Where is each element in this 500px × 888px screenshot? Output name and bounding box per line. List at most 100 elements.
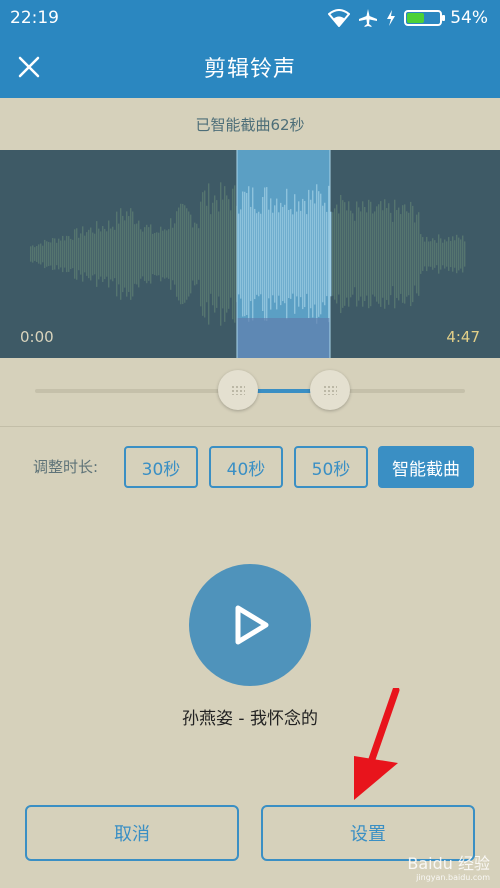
waveform-bar xyxy=(276,198,278,310)
charging-icon xyxy=(387,10,396,26)
range-end-handle[interactable] xyxy=(310,370,350,410)
waveform-bar xyxy=(104,228,106,280)
waveform-bar xyxy=(62,235,64,273)
waveform-bar xyxy=(386,208,388,300)
waveform-bar xyxy=(382,210,384,298)
waveform-bar xyxy=(254,208,256,300)
watermark-url: jingyan.baidu.com xyxy=(416,873,490,882)
waveform-bar xyxy=(444,239,446,269)
waveform-view[interactable]: 0:00 4:47 xyxy=(0,150,500,358)
waveform-bar xyxy=(52,238,54,270)
waveform-bar xyxy=(358,207,360,301)
waveform-bar xyxy=(90,227,92,281)
waveform-bar xyxy=(206,205,208,303)
waveform-bar xyxy=(214,195,216,313)
waveform-bar xyxy=(186,208,188,300)
title-bar: 剪辑铃声 xyxy=(0,36,500,98)
waveform-bar xyxy=(128,216,130,292)
waveform-bar xyxy=(430,241,432,267)
waveform-bar xyxy=(346,210,348,298)
duration-40s-button[interactable]: 40秒 xyxy=(209,446,283,488)
waveform-bar xyxy=(464,241,466,267)
waveform-bar xyxy=(398,207,400,301)
waveform-bar xyxy=(312,190,314,318)
waveform-bar xyxy=(72,239,74,269)
waveform-bar xyxy=(136,223,138,285)
song-title: 孙燕姿 - 我怀念的 xyxy=(182,709,318,729)
waveform-bar xyxy=(224,186,226,322)
cancel-button[interactable]: 取消 xyxy=(25,805,239,861)
status-time: 22:19 xyxy=(10,8,59,28)
play-button[interactable] xyxy=(189,564,311,686)
waveform-bar xyxy=(160,226,162,282)
waveform-bar xyxy=(416,214,418,294)
waveform-bar xyxy=(170,218,172,290)
waveform-bar xyxy=(454,240,456,268)
range-start-handle[interactable] xyxy=(218,370,258,410)
waveform-bar xyxy=(388,203,390,305)
waveform-bar xyxy=(190,214,192,294)
waveform-bar xyxy=(354,220,356,288)
waveform-bar xyxy=(132,211,134,297)
waveform-bar xyxy=(182,203,184,305)
selection-base xyxy=(237,318,330,358)
waveform-bar xyxy=(194,222,196,286)
waveform-bar xyxy=(86,232,88,276)
waveform-bar xyxy=(244,191,246,317)
waveform-bar xyxy=(450,240,452,268)
waveform-bar xyxy=(326,211,328,297)
waveform-bar xyxy=(448,237,450,271)
waveform-bar xyxy=(310,199,312,309)
waveform-bar xyxy=(124,220,126,288)
waveform-bar xyxy=(118,223,120,285)
start-time: 0:00 xyxy=(20,328,54,346)
waveform-bar xyxy=(184,205,186,303)
waveform-bar xyxy=(436,242,438,266)
waveform-bar xyxy=(284,204,286,304)
waveform-bar xyxy=(350,210,352,298)
waveform-bar xyxy=(264,187,266,321)
waveform-bar xyxy=(56,242,58,266)
waveform-bar xyxy=(140,229,142,279)
waveform-bar xyxy=(202,192,204,316)
waveform-bar xyxy=(400,214,402,294)
waveform-bar xyxy=(158,232,160,276)
waveform-bar xyxy=(410,201,412,307)
battery-percent: 54% xyxy=(450,8,488,28)
waveform-bar xyxy=(320,193,322,315)
waveform-bar xyxy=(96,221,98,287)
waveform-bar xyxy=(246,193,248,315)
duration-50s-button[interactable]: 50秒 xyxy=(294,446,368,488)
waveform-bar xyxy=(248,186,250,322)
waveform-bar xyxy=(174,223,176,285)
waveform-bar xyxy=(324,202,326,306)
waveform-bar xyxy=(456,234,458,274)
waveform-bar xyxy=(458,237,460,271)
duration-30s-button[interactable]: 30秒 xyxy=(124,446,198,488)
waveform-bar xyxy=(442,242,444,266)
play-icon xyxy=(235,605,269,645)
waveform-bar xyxy=(176,211,178,297)
waveform-bar xyxy=(64,240,66,268)
close-icon[interactable] xyxy=(14,52,44,82)
waveform-bar xyxy=(82,226,84,282)
grip-icon xyxy=(323,385,337,395)
waveform-bar xyxy=(342,200,344,308)
waveform-bar xyxy=(446,241,448,267)
waveform-bar xyxy=(162,230,164,278)
waveform-bar xyxy=(290,209,292,299)
waveform-bar xyxy=(150,224,152,284)
waveform-bar xyxy=(266,187,268,321)
waveform-bar xyxy=(422,237,424,271)
waveform-bar xyxy=(438,234,440,274)
airplane-icon xyxy=(359,9,378,27)
waveform-bar xyxy=(84,235,86,273)
waveform-bar xyxy=(252,187,254,321)
duration-adjust-row: 调整时长: 30秒 40秒 50秒 智能截曲 xyxy=(0,446,500,488)
waveform-bar xyxy=(122,215,124,293)
smart-clip-button[interactable]: 智能截曲 xyxy=(378,446,474,488)
set-button[interactable]: 设置 xyxy=(261,805,475,861)
waveform-bar xyxy=(344,202,346,306)
waveform-bar xyxy=(126,211,128,297)
waveform-bar xyxy=(366,212,368,296)
